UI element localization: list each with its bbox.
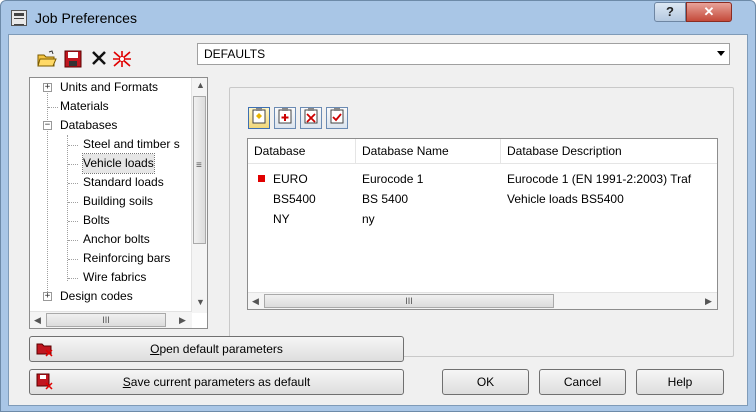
job-preferences-window: Job Preferences ? ✕ DEFAULTS + Units and… [0, 0, 756, 412]
accelerator-key: S [122, 375, 131, 389]
column-header-database-description[interactable]: Database Description [501, 139, 717, 163]
tree-item-bolts[interactable]: Bolts [30, 211, 190, 230]
title-help-button[interactable]: ? [654, 2, 686, 22]
database-list[interactable]: Database Database Name Database Descript… [247, 138, 718, 310]
scroll-right-icon[interactable]: ▶ [179, 315, 186, 326]
profile-combobox[interactable]: DEFAULTS [197, 43, 730, 65]
tree-branch-line [68, 183, 78, 184]
tree-item-building-soils[interactable]: Building soils [30, 192, 190, 211]
tree-item-label: Materials [60, 99, 109, 113]
cell-database-description: Vehicle loads BS5400 [507, 192, 624, 206]
table-row[interactable]: EURO Eurocode 1 Eurocode 1 (EN 1991-2:20… [248, 169, 717, 189]
tree-item-label: Standard loads [83, 175, 164, 189]
column-header-database[interactable]: Database [248, 139, 356, 163]
tree-branch-line [68, 164, 78, 165]
scroll-right-icon[interactable]: ▶ [705, 296, 712, 307]
db-add-icon[interactable] [274, 107, 296, 129]
cell-database-name: ny [362, 212, 375, 226]
delete-icon[interactable] [89, 50, 109, 68]
tree-item-label: Design codes [60, 289, 133, 303]
tree-item-reinforcing-bars[interactable]: Reinforcing bars [30, 249, 190, 268]
scroll-left-icon[interactable]: ◀ [252, 296, 259, 307]
cell-database: NY [273, 212, 290, 226]
scroll-left-icon[interactable]: ◀ [34, 315, 41, 326]
open-default-parameters-button[interactable]: Open default parameters [29, 336, 404, 362]
scroll-up-icon[interactable]: ▲ [196, 80, 205, 90]
help-button[interactable]: Help [636, 369, 724, 395]
db-delete-icon[interactable] [300, 107, 322, 129]
cell-database: EURO [273, 172, 308, 186]
cancel-button[interactable]: Cancel [539, 369, 626, 395]
tree-item-label: Wire fabrics [83, 270, 147, 284]
reset-icon[interactable] [112, 50, 132, 68]
tree-item-standard-loads[interactable]: Standard loads [30, 173, 190, 192]
tree-item-label: Steel and timber s [83, 137, 180, 151]
active-database-marker [258, 175, 265, 182]
tree-item-label: Anchor bolts [83, 232, 150, 246]
save-parameters-as-default-label: Save current parameters as default [123, 375, 310, 389]
tree-branch-line [68, 278, 78, 279]
tree-item-vehicle-loads[interactable]: Vehicle loads [30, 153, 190, 174]
close-button[interactable]: ✕ [686, 2, 732, 22]
chevron-down-icon[interactable] [717, 51, 725, 56]
window-title: Job Preferences [35, 10, 137, 26]
scroll-down-icon[interactable]: ▼ [196, 297, 205, 307]
app-icon [11, 10, 27, 26]
expand-icon[interactable]: + [43, 292, 52, 301]
database-list-scroll-thumb[interactable]: III [264, 294, 554, 308]
tree-vertical-scrollbar[interactable]: ▲ ≡ ▼ [191, 78, 207, 313]
tree-branch-line [68, 259, 78, 260]
scroll-grip: ≡ [196, 160, 202, 171]
tree-item-label: Databases [60, 118, 118, 132]
tree-item-label: Units and Formats [60, 80, 159, 94]
tree-branch-line [68, 202, 78, 203]
open-default-parameters-label: Open default parameters [150, 342, 283, 356]
button-label-rest: ave current parameters as default [130, 375, 311, 389]
save-defaults-icon [36, 373, 54, 391]
tree-horizontal-scroll-thumb[interactable]: III [46, 313, 166, 327]
save-icon[interactable] [63, 50, 83, 68]
profile-combobox-value: DEFAULTS [204, 47, 266, 61]
tree-item-anchor-bolts[interactable]: Anchor bolts [30, 230, 190, 249]
open-folder-icon[interactable] [37, 50, 57, 68]
dialog-client-area: DEFAULTS + Units and Formats Materials −… [8, 34, 748, 406]
tree-item-label: Building soils [83, 194, 154, 208]
tree-horizontal-scrollbar[interactable]: ◀ III ▶ [30, 311, 192, 328]
tree-item-label: Vehicle loads [82, 153, 155, 174]
tree-item-units-and-formats[interactable]: + Units and Formats [30, 78, 190, 97]
tree-branch-line [48, 107, 58, 108]
tree-item-design-codes[interactable]: + Design codes [30, 287, 190, 306]
ok-button[interactable]: OK [442, 369, 529, 395]
cell-database-name: BS 5400 [362, 192, 409, 206]
open-defaults-icon [36, 340, 54, 358]
save-parameters-as-default-button[interactable]: Save current parameters as default [29, 369, 404, 395]
expand-icon[interactable]: + [43, 83, 52, 92]
tree-branch-line [68, 221, 78, 222]
cell-database-description: Eurocode 1 (EN 1991-2:2003) Traf [507, 172, 692, 186]
tree-vertical-scroll-thumb[interactable]: ≡ [193, 96, 206, 244]
database-list-horizontal-scrollbar[interactable]: ◀ III ▶ [248, 292, 717, 309]
column-header-database-name[interactable]: Database Name [356, 139, 501, 163]
cell-database: BS5400 [273, 192, 316, 206]
tree-item-steel-and-timber[interactable]: Steel and timber s [30, 135, 190, 154]
button-label-rest: pen default parameters [159, 342, 283, 356]
cell-database-name: Eurocode 1 [362, 172, 424, 186]
tree-item-label: Bolts [83, 213, 110, 227]
tree-item-label: Reinforcing bars [83, 251, 171, 265]
title-bar[interactable]: Job Preferences ? ✕ [1, 1, 755, 35]
db-select-icon[interactable] [248, 107, 270, 129]
preferences-tree[interactable]: + Units and Formats Materials − Database… [29, 77, 208, 329]
collapse-icon[interactable]: − [43, 121, 52, 130]
tree-item-materials[interactable]: Materials [30, 97, 190, 116]
table-row[interactable]: NY ny [248, 209, 717, 229]
db-check-icon[interactable] [326, 107, 348, 129]
tree-item-wire-fabrics[interactable]: Wire fabrics [30, 268, 190, 287]
tree-branch-line [68, 145, 78, 146]
database-list-header: Database Database Name Database Descript… [248, 139, 717, 164]
tree-item-databases[interactable]: − Databases [30, 116, 190, 135]
table-row[interactable]: BS5400 BS 5400 Vehicle loads BS5400 [248, 189, 717, 209]
tree-branch-line [68, 240, 78, 241]
